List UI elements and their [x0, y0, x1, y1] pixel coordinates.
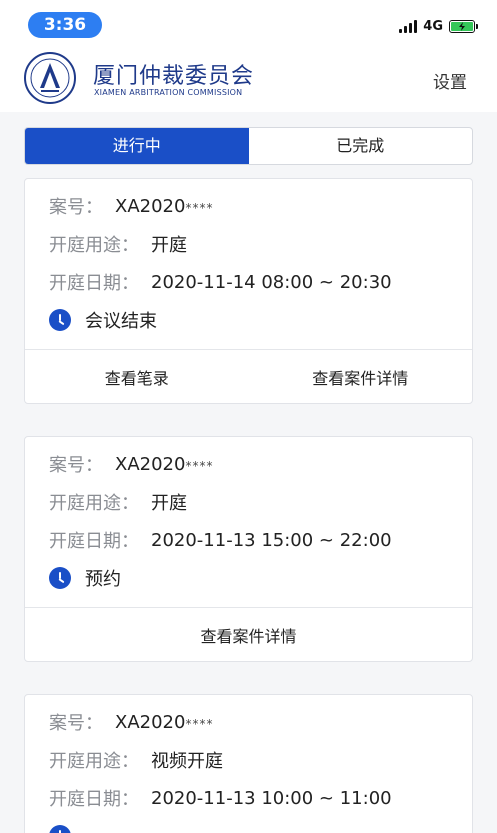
status-text: 会议结束: [85, 311, 157, 332]
status-time: 3:36: [28, 12, 102, 38]
date-label: 开庭日期：: [49, 531, 139, 552]
purpose-label: 开庭用途：: [49, 751, 139, 772]
case-card: 案号： XA2020**** 开庭用途： 开庭 开庭日期： 2020-11-13…: [24, 436, 473, 662]
case-number-row: 案号： XA2020****: [49, 703, 448, 741]
case-number-value: XA2020****: [115, 711, 214, 733]
org-logo-icon: [24, 52, 76, 104]
date-value: 2020-11-13 15:00 ~ 22:00: [151, 529, 392, 551]
view-case-details-button[interactable]: 查看案件详情: [249, 365, 473, 389]
date-value: 2020-11-14 08:00 ~ 20:30: [151, 271, 392, 293]
status-tabs: 进行中 已完成: [24, 127, 473, 165]
view-case-details-button[interactable]: 查看案件详情: [25, 623, 472, 647]
purpose-row: 开庭用途： 开庭: [49, 483, 448, 521]
purpose-row: 开庭用途： 开庭: [49, 225, 448, 263]
settings-button[interactable]: 设置: [433, 68, 467, 93]
case-number-row: 案号： XA2020****: [49, 445, 448, 483]
case-card: 案号： XA2020**** 开庭用途： 视频开庭 开庭日期： 2020-11-…: [24, 694, 473, 833]
purpose-row: 开庭用途： 视频开庭: [49, 741, 448, 779]
clock-icon: [49, 825, 71, 833]
tab-completed[interactable]: 已完成: [249, 128, 473, 164]
purpose-label: 开庭用途：: [49, 235, 139, 256]
org-name: 厦门仲裁委员会: [93, 64, 255, 89]
date-label: 开庭日期：: [49, 789, 139, 810]
date-row: 开庭日期： 2020-11-13 10:00 ~ 11:00: [49, 779, 448, 817]
case-number-value: XA2020****: [115, 453, 214, 475]
status-bar: 3:36 4G: [0, 0, 497, 50]
network-type: 4G: [423, 18, 443, 34]
case-status: 会议结束: [49, 301, 448, 339]
purpose-value: 开庭: [151, 235, 187, 256]
case-number-value: XA2020****: [115, 195, 214, 217]
case-status: 预约: [49, 559, 448, 597]
signal-icon: [399, 19, 418, 33]
case-number-row: 案号： XA2020****: [49, 187, 448, 225]
date-row: 开庭日期： 2020-11-13 15:00 ~ 22:00: [49, 521, 448, 559]
card-actions: 查看笔录 查看案件详情: [25, 349, 472, 403]
clock-icon: [49, 309, 71, 331]
case-number-label: 案号：: [49, 197, 103, 218]
date-row: 开庭日期： 2020-11-14 08:00 ~ 20:30: [49, 263, 448, 301]
org-name-en: XIAMEN ARBITRATION COMMISSION: [94, 88, 243, 97]
tab-in-progress[interactable]: 进行中: [25, 128, 249, 164]
view-notes-button[interactable]: 查看笔录: [25, 365, 249, 389]
app-header: 厦门仲裁委员会 XIAMEN ARBITRATION COMMISSION 设置: [0, 50, 497, 112]
case-number-label: 案号：: [49, 455, 103, 476]
purpose-value: 开庭: [151, 493, 187, 514]
date-value: 2020-11-13 10:00 ~ 11:00: [151, 787, 392, 809]
case-card: 案号： XA2020**** 开庭用途： 开庭 开庭日期： 2020-11-14…: [24, 178, 473, 404]
status-text: 预约: [85, 569, 121, 590]
battery-charging-icon: [449, 19, 478, 33]
date-label: 开庭日期：: [49, 273, 139, 294]
clock-icon: [49, 567, 71, 589]
status-icons: 4G: [399, 18, 478, 34]
case-number-label: 案号：: [49, 713, 103, 734]
case-status: [49, 817, 448, 833]
card-actions: 查看案件详情: [25, 607, 472, 661]
purpose-value: 视频开庭: [151, 751, 223, 772]
purpose-label: 开庭用途：: [49, 493, 139, 514]
